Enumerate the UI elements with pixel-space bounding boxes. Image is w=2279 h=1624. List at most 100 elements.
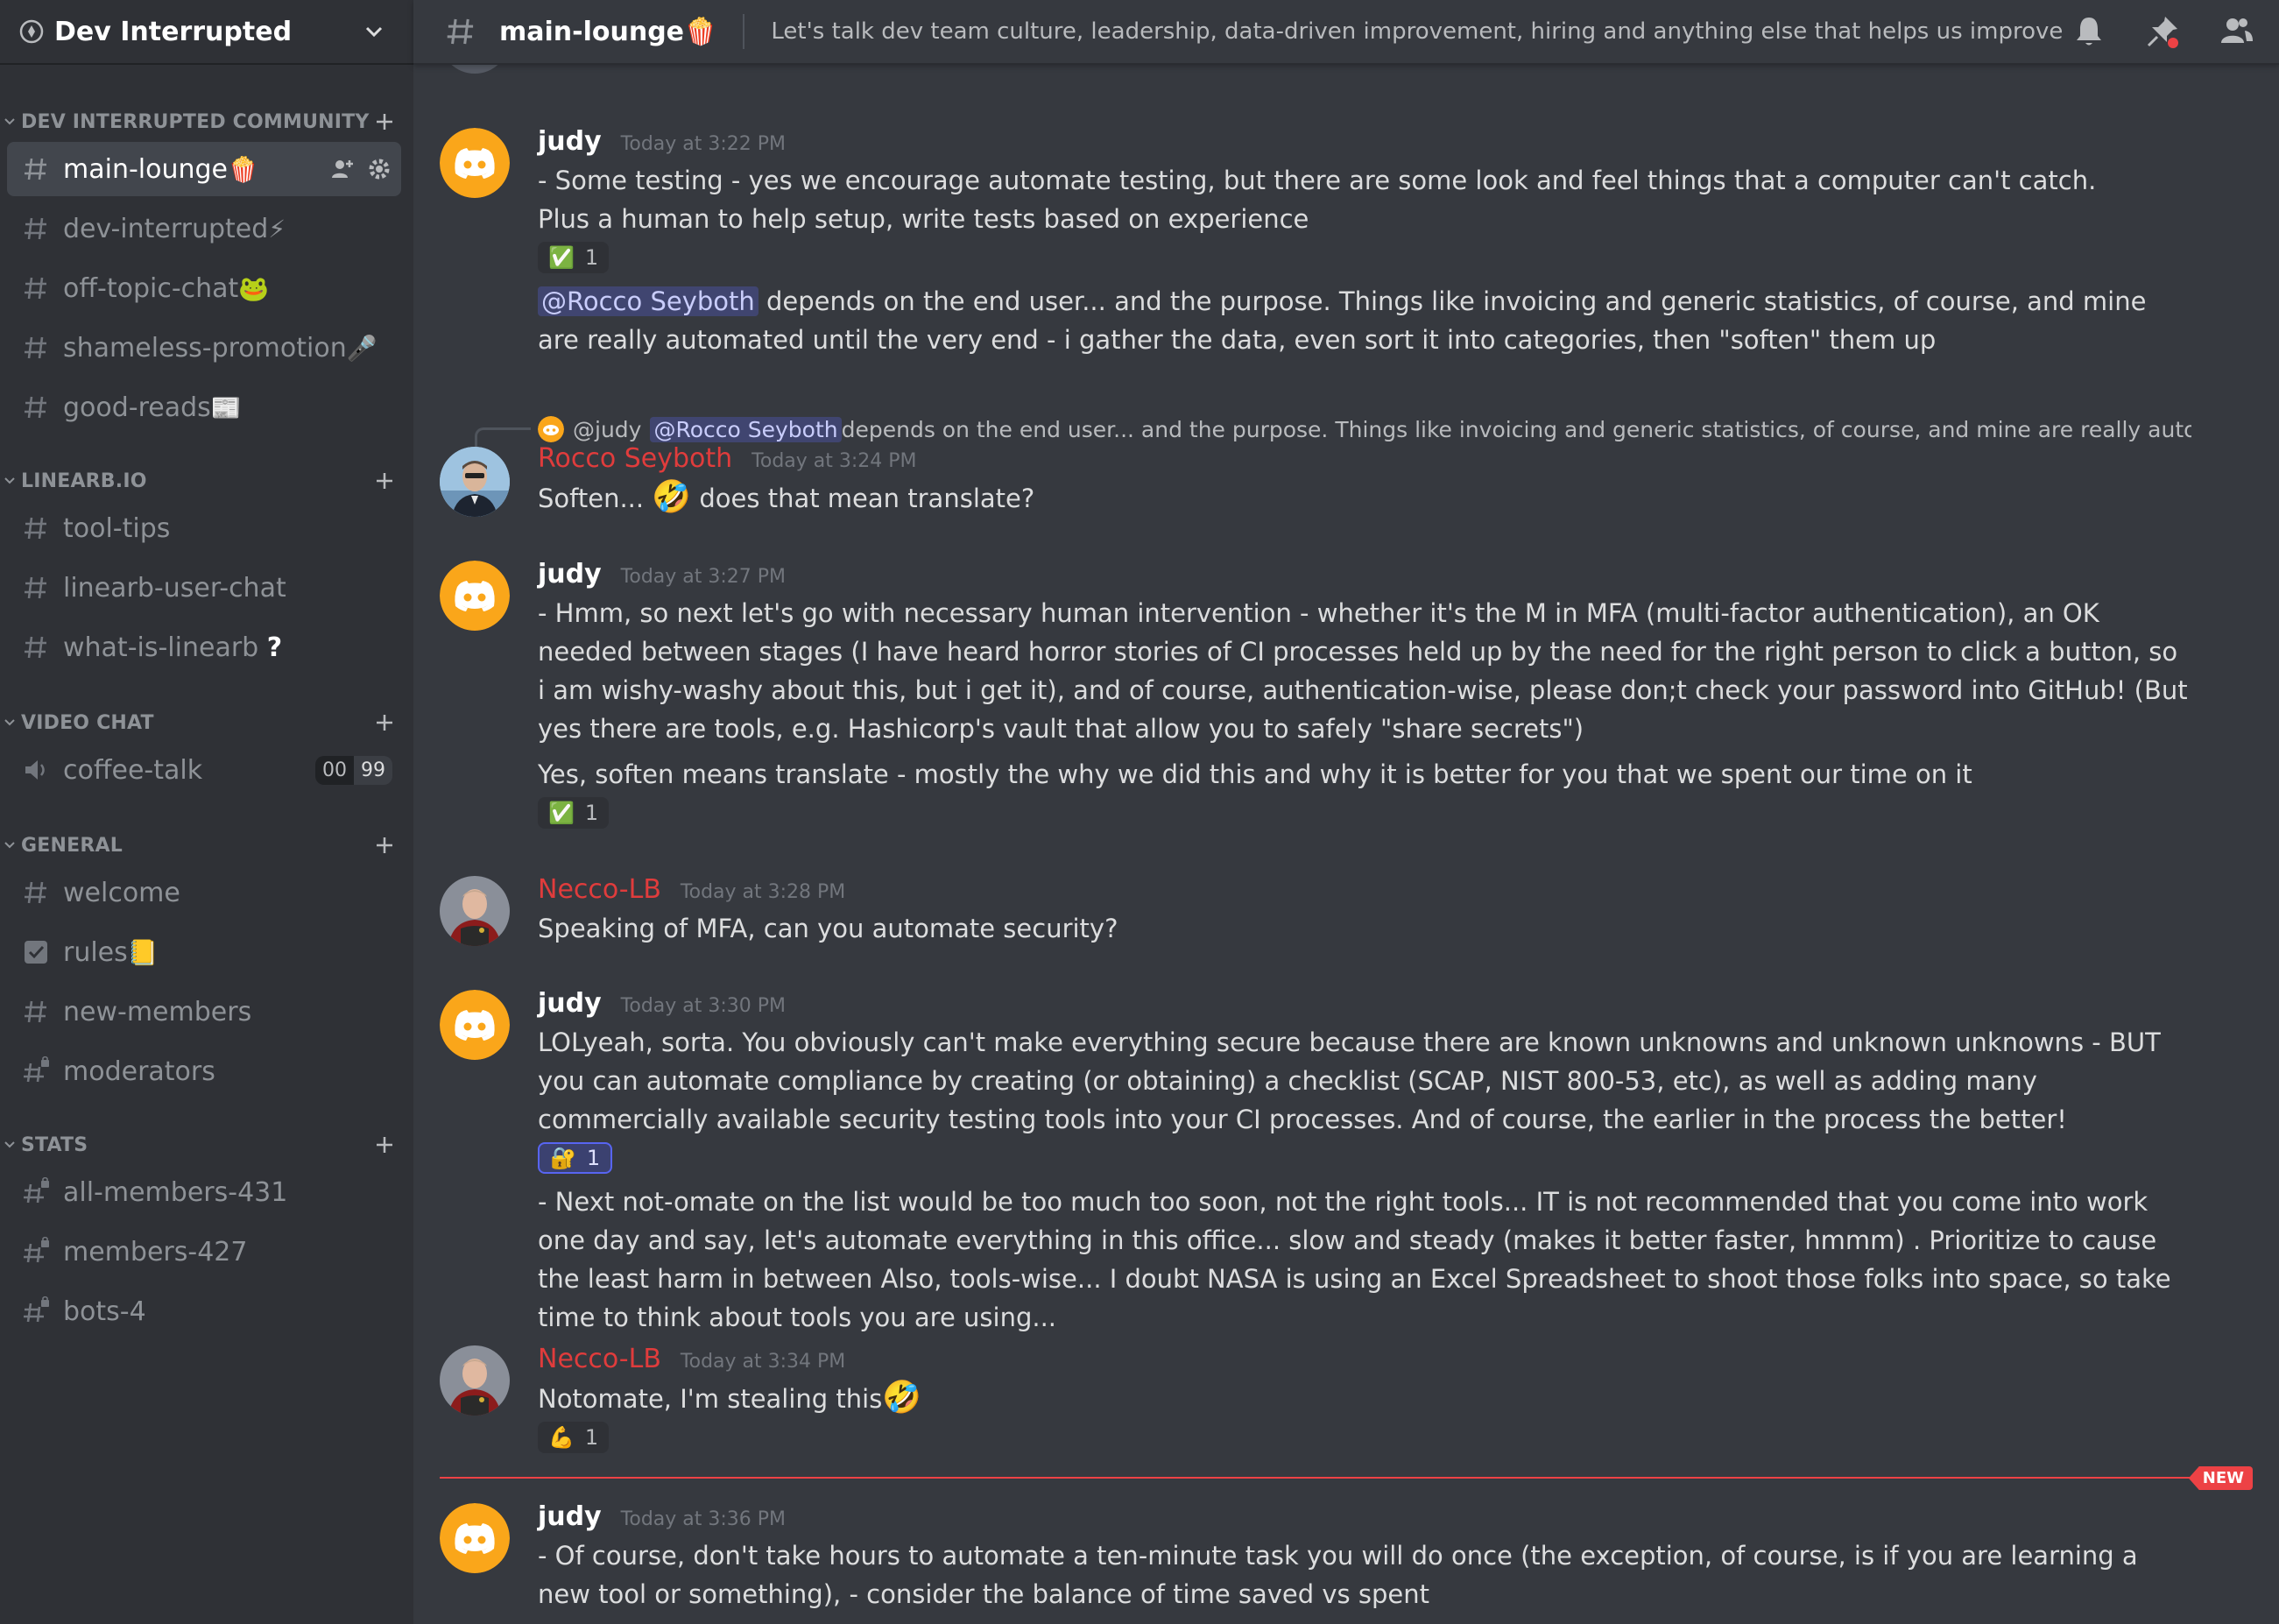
reply-connector — [475, 427, 531, 450]
member-list-icon[interactable] — [2218, 13, 2254, 50]
channel-rules[interactable]: rules📒 — [7, 925, 401, 979]
muscle-icon: 💪 — [548, 1425, 575, 1450]
user-mention[interactable]: @Rocco Seyboth — [650, 416, 842, 442]
message-author[interactable]: judy — [538, 126, 602, 157]
channel-name: shameless-promotion — [63, 332, 347, 364]
message-author[interactable]: Necco-LB — [538, 1344, 661, 1374]
avatar[interactable] — [440, 876, 510, 946]
gear-icon[interactable] — [366, 156, 392, 182]
channel-linearb-user-chat[interactable]: linearb-user-chat — [7, 561, 401, 615]
reaction-count: 1 — [584, 1425, 599, 1450]
locked-hash-icon — [24, 1177, 49, 1204]
add-channel-icon[interactable] — [371, 1132, 398, 1158]
channel-main-lounge[interactable]: main-lounge🍿 — [7, 142, 401, 196]
channel-emoji: 🍿 — [228, 154, 258, 184]
message-text: - Some testing - yes we encourage automa… — [538, 166, 2097, 195]
message-author[interactable]: judy — [538, 1501, 602, 1532]
bell-icon[interactable] — [2071, 13, 2107, 50]
message-timestamp: Today at 3:27 PM — [620, 566, 787, 588]
message-author[interactable]: judy — [538, 988, 602, 1019]
category-general[interactable]: GENERAL — [0, 829, 413, 862]
reaction-count: 1 — [584, 801, 599, 825]
chevron-down-icon[interactable] — [361, 18, 387, 45]
message-author[interactable]: Necco-LB — [538, 874, 661, 905]
channel-name: dev-interrupted — [63, 213, 269, 244]
channel-name: linearb-user-chat — [63, 572, 286, 604]
channel-suffix: ? — [266, 632, 283, 663]
channel-what-is-linearb[interactable]: what-is-linearb ? — [7, 620, 401, 674]
avatar[interactable] — [440, 1345, 510, 1416]
channel-shameless-promotion[interactable]: shameless-promotion🎤 — [7, 321, 401, 375]
channel-tool-tips[interactable]: tool-tips — [7, 501, 401, 555]
reaction-lock[interactable]: 🔐 1 — [538, 1142, 613, 1174]
server-header[interactable]: Dev Interrupted — [0, 0, 413, 65]
channel-name: coffee-talk — [63, 754, 203, 786]
channel-name: what-is-linearb — [63, 632, 259, 663]
checkbox-icon — [25, 941, 47, 964]
channel-header: main-lounge🍿 Let's talk dev team culture… — [413, 0, 2279, 65]
new-messages-divider — [440, 1477, 2253, 1479]
category-dev-interrupted-community[interactable]: DEV INTERRUPTED COMMUNITY — [0, 105, 413, 138]
message-author[interactable]: Rocco Seyboth — [538, 443, 732, 474]
channel-new-members[interactable]: new-members — [7, 985, 401, 1039]
add-channel-icon[interactable] — [371, 468, 398, 494]
channel-coffee-talk[interactable]: coffee-talk 00 99 — [7, 743, 401, 797]
category-name: VIDEO CHAT — [21, 711, 154, 734]
message-list: judy Today at 3:22 PM - Some testing - y… — [413, 65, 2279, 1624]
message-author[interactable]: judy — [538, 559, 602, 590]
avatar[interactable] — [440, 447, 510, 517]
reaction-count: 1 — [584, 245, 599, 270]
channel-dev-interrupted[interactable]: dev-interrupted⚡ — [7, 201, 401, 256]
channel-bots[interactable]: bots-4 — [7, 1284, 401, 1338]
chevron-down-icon — [4, 719, 15, 726]
reply-user: @judy — [573, 416, 642, 442]
header-channel-name: main-lounge🍿 — [499, 16, 717, 47]
channel-emoji: ⚡ — [268, 214, 286, 244]
header-divider — [743, 14, 745, 49]
invite-icon[interactable] — [329, 156, 356, 182]
hash-icon — [25, 277, 46, 300]
user-mention[interactable]: @Rocco Seyboth — [538, 286, 758, 316]
avatar[interactable] — [440, 990, 510, 1060]
channel-welcome[interactable]: welcome — [7, 865, 401, 920]
locked-hash-icon — [24, 1296, 49, 1323]
hash-icon — [25, 881, 46, 904]
add-channel-icon[interactable] — [371, 109, 398, 135]
hash-icon — [25, 217, 46, 240]
channel-good-reads[interactable]: good-reads📰 — [7, 380, 401, 434]
category-name: LINEARB.IO — [21, 470, 147, 492]
message-text: Yes, soften means translate - mostly the… — [538, 759, 1972, 789]
avatar[interactable] — [440, 1503, 510, 1573]
avatar[interactable] — [440, 561, 510, 631]
reaction-muscle[interactable]: 💪 1 — [538, 1422, 610, 1453]
add-channel-icon[interactable] — [371, 832, 398, 858]
channel-name: off-topic-chat — [63, 272, 239, 304]
channel-moderators[interactable]: moderators — [7, 1044, 401, 1098]
pin-icon[interactable] — [2144, 13, 2181, 50]
channel-off-topic-chat[interactable]: off-topic-chat🐸 — [7, 261, 401, 315]
reply-avatar — [538, 416, 564, 442]
hash-icon — [25, 336, 46, 359]
reply-reference[interactable]: @judy @Rocco Seyboth depends on the end … — [538, 412, 2191, 447]
category-stats[interactable]: STATS — [0, 1128, 413, 1162]
channel-members[interactable]: members-427 — [7, 1225, 401, 1279]
message-text: Speaking of MFA, can you automate securi… — [538, 914, 1118, 943]
add-channel-icon[interactable] — [371, 710, 398, 736]
category-name: DEV INTERRUPTED COMMUNITY — [21, 110, 370, 133]
hash-icon — [25, 158, 46, 180]
speaker-icon — [25, 760, 45, 780]
reaction-checkmark[interactable]: ✅ 1 — [538, 242, 610, 273]
server-name: Dev Interrupted — [54, 16, 293, 47]
message-text: - Hmm, so next let's go with necessary h… — [538, 598, 2188, 744]
message-timestamp: Today at 3:22 PM — [620, 133, 787, 155]
message-timestamp: Today at 3:24 PM — [751, 450, 917, 472]
channel-all-members[interactable]: all-members-431 — [7, 1165, 401, 1219]
hash-icon — [25, 517, 46, 540]
category-linearb-io[interactable]: LINEARB.IO — [0, 464, 413, 498]
avatar[interactable] — [440, 128, 510, 198]
category-video-chat[interactable]: VIDEO CHAT — [0, 706, 413, 739]
reaction-checkmark[interactable]: ✅ 1 — [538, 797, 610, 829]
message-timestamp: Today at 3:34 PM — [680, 1351, 846, 1373]
channel-topic[interactable]: Let's talk dev team culture, leadership,… — [771, 18, 2071, 45]
lock-icon: 🔐 — [550, 1146, 576, 1170]
